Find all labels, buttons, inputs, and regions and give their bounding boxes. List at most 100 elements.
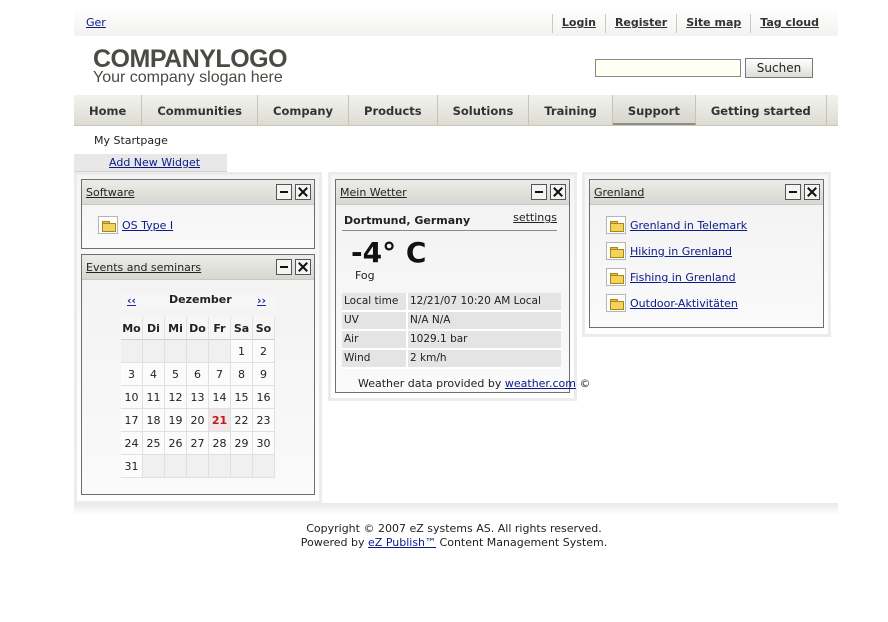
close-icon[interactable] (295, 259, 311, 275)
nav-item-support[interactable]: Support (612, 95, 696, 125)
calendar-prev-icon[interactable]: ‹‹ (127, 294, 136, 307)
calendar-weekday: So (253, 317, 275, 340)
calendar-day[interactable]: 8 (231, 363, 253, 386)
calendar-weekday: Do (187, 317, 209, 340)
search-input[interactable] (595, 59, 741, 77)
grenland-item-link[interactable]: Outdoor-Aktivitäten (630, 297, 738, 310)
weather-source-link[interactable]: weather.com (505, 377, 576, 390)
calendar-weekday: Mi (165, 317, 187, 340)
calendar-day[interactable]: 27 (187, 432, 209, 455)
main-nav: Home Communities Company Products Soluti… (74, 95, 838, 126)
calendar-day[interactable]: 29 (231, 432, 253, 455)
nav-item-home[interactable]: Home (74, 95, 143, 125)
minimize-icon[interactable] (276, 259, 292, 275)
calendar-day[interactable]: 14 (209, 386, 231, 409)
weather-label: Wind (342, 350, 408, 369)
grenland-item-link[interactable]: Hiking in Grenland (630, 245, 732, 258)
weather-widget-title[interactable]: Mein Wetter (340, 186, 407, 199)
grenland-widget-title[interactable]: Grenland (594, 186, 644, 199)
calendar-day[interactable]: 15 (231, 386, 253, 409)
calendar-weekday: Sa (231, 317, 253, 340)
calendar-day[interactable]: 23 (253, 409, 275, 432)
copyright-icon: © (579, 377, 591, 390)
nav-item-products[interactable]: Products (349, 95, 438, 125)
calendar-day[interactable]: 16 (253, 386, 275, 409)
software-item-link[interactable]: OS Type I (122, 219, 173, 232)
calendar-day[interactable]: 19 (165, 409, 187, 432)
weather-temperature: -4° C (351, 236, 427, 269)
weather-condition: Fog (355, 269, 375, 282)
calendar-day[interactable]: 4 (143, 363, 165, 386)
weather-value: 2 km/h (408, 350, 561, 369)
calendar-day[interactable]: 10 (121, 386, 143, 409)
calendar-day[interactable]: 17 (121, 409, 143, 432)
calendar-day[interactable]: 18 (143, 409, 165, 432)
nav-item-training[interactable]: Training (529, 95, 613, 125)
calendar-day[interactable]: 1 (231, 340, 253, 363)
add-widget-link[interactable]: Add New Widget (109, 156, 200, 169)
column-middle: Mein Wetter Dortmund, Germany settings -… (328, 172, 590, 401)
weather-attribution: Weather data provided by weather.com © (358, 377, 590, 390)
calendar-day[interactable]: 28 (209, 432, 231, 455)
calendar-day[interactable]: 20 (187, 409, 209, 432)
software-widget: Software OS Type I (81, 179, 315, 249)
calendar-day[interactable]: 2 (253, 340, 275, 363)
calendar-day[interactable]: 5 (165, 363, 187, 386)
column-left: Software OS Type I Events and seminars ‹… (74, 172, 322, 504)
widget-header: Software (82, 180, 314, 205)
register-link[interactable]: Register (604, 14, 676, 33)
close-icon[interactable] (804, 184, 820, 200)
weather-value: N/A N/A (408, 312, 561, 331)
calendar-day[interactable]: 26 (165, 432, 187, 455)
powered-by-prefix: Powered by (300, 536, 365, 549)
calendar-day[interactable]: 25 (143, 432, 165, 455)
calendar-day[interactable]: 9 (253, 363, 275, 386)
language-link[interactable]: Ger (86, 16, 106, 29)
nav-item-solutions[interactable]: Solutions (438, 95, 530, 125)
minimize-icon[interactable] (531, 184, 547, 200)
ez-publish-link[interactable]: eZ Publish™ (368, 536, 436, 549)
weather-settings-link[interactable]: settings (513, 211, 557, 224)
powered-by: Powered by eZ Publish™ Content Managemen… (0, 536, 888, 550)
calendar-day[interactable]: 31 (121, 455, 143, 478)
list-item: Hiking in Grenland (606, 242, 732, 260)
calendar-day[interactable]: 24 (121, 432, 143, 455)
calendar-day[interactable]: 12 (165, 386, 187, 409)
calendar-day[interactable]: 11 (143, 386, 165, 409)
calendar-day[interactable]: 7 (209, 363, 231, 386)
calendar-day[interactable]: 6 (187, 363, 209, 386)
calendar-weekday: Di (143, 317, 165, 340)
calendar-day[interactable]: 22 (231, 409, 253, 432)
calendar-week: 10 11 12 13 14 15 16 (121, 386, 275, 409)
folder-icon (606, 242, 626, 260)
grenland-widget: Grenland Grenland in Telemark Hiking in … (589, 179, 824, 328)
grenland-item-link[interactable]: Fishing in Grenland (630, 271, 736, 284)
minimize-icon[interactable] (785, 184, 801, 200)
widget-header: Events and seminars (82, 255, 314, 280)
minimize-icon[interactable] (276, 184, 292, 200)
calendar-next-icon[interactable]: ›› (257, 294, 266, 307)
software-widget-title[interactable]: Software (86, 186, 135, 199)
nav-item-getting-started[interactable]: Getting started (696, 95, 827, 125)
grenland-item-link[interactable]: Grenland in Telemark (630, 219, 747, 232)
login-link[interactable]: Login (551, 14, 605, 33)
powered-by-suffix: Content Management System. (439, 536, 608, 549)
close-icon[interactable] (550, 184, 566, 200)
calendar-day[interactable]: 21 (209, 409, 231, 432)
calendar-empty-cell (165, 340, 187, 363)
calendar-day[interactable]: 3 (121, 363, 143, 386)
events-widget-title[interactable]: Events and seminars (86, 261, 201, 274)
nav-item-communities[interactable]: Communities (142, 95, 259, 125)
tag-cloud-link[interactable]: Tag cloud (750, 14, 828, 33)
add-widget-tab: Add New Widget (74, 154, 227, 172)
site-map-link[interactable]: Site map (676, 14, 750, 33)
weather-value: 1029.1 bar (408, 331, 561, 350)
calendar-day[interactable]: 13 (187, 386, 209, 409)
close-icon[interactable] (295, 184, 311, 200)
events-widget: Events and seminars ‹‹ Dezember ›› Mo Di M… (81, 254, 315, 495)
nav-item-company[interactable]: Company (258, 95, 350, 125)
footer-divider (74, 503, 838, 515)
calendar-day[interactable]: 30 (253, 432, 275, 455)
company-logo[interactable]: COMPANYLOGO Your company slogan here (93, 46, 288, 86)
search-button[interactable]: Suchen (745, 58, 813, 78)
